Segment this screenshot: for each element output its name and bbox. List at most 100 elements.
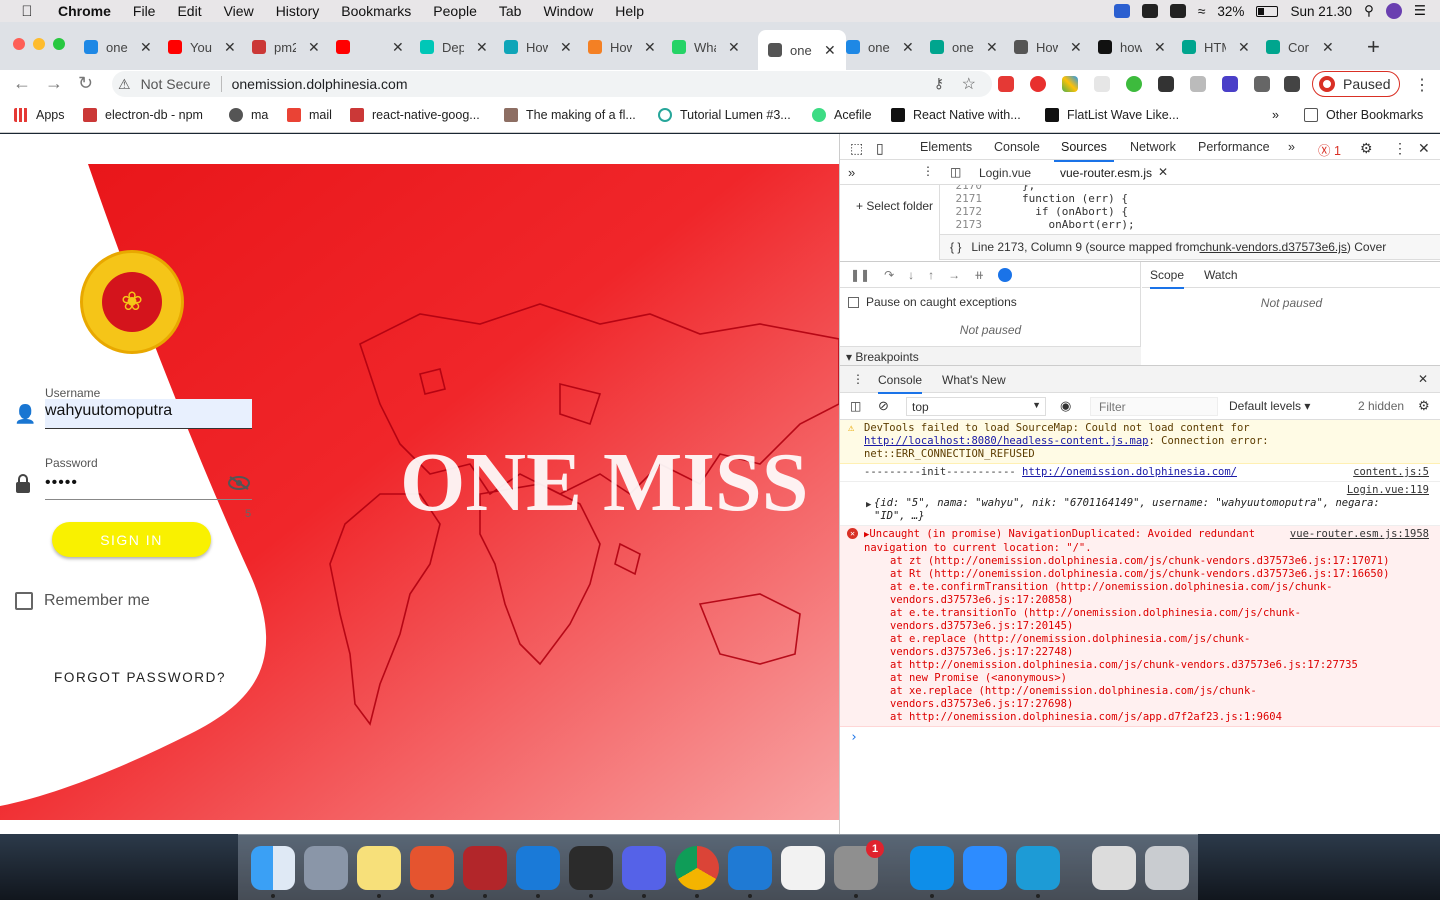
stack-frame[interactable]: at http://onemission.dolphinesia.com/js/… <box>864 711 1417 724</box>
bookmark-star-icon[interactable]: ☆ <box>962 74 976 94</box>
log-source-link[interactable]: Login.vue:119 <box>1347 484 1429 497</box>
apple-menu-icon[interactable]:  <box>16 3 38 20</box>
dock-app-finder[interactable] <box>251 846 295 890</box>
dock-app-notes[interactable] <box>357 846 401 890</box>
menu-file[interactable]: File <box>133 3 156 19</box>
forward-button[interactable]: → <box>45 73 63 94</box>
devtools-menu-icon[interactable]: ⋮ <box>1393 140 1407 157</box>
file-tab-vue-router[interactable]: vue-router.esm.js <box>1060 166 1152 180</box>
forgot-password-link[interactable]: FORGOT PASSWORD? <box>54 670 226 685</box>
source-map-link[interactable]: chunk-vendors.d37573e6.js <box>1199 240 1346 254</box>
pause-on-caught-row[interactable]: Pause on caught exceptions <box>840 288 1140 309</box>
error-source-link[interactable]: vue-router.esm.js:1958 <box>1290 528 1429 541</box>
browser-tab[interactable]: How ✕ <box>1014 36 1082 58</box>
tab-console[interactable]: Console <box>994 140 1040 154</box>
dock-app-teamviewer[interactable] <box>910 846 954 890</box>
checkbox-box[interactable] <box>15 592 33 610</box>
browser-tab[interactable]: pm2 ✕ <box>252 36 320 58</box>
dock-app-system-preferences[interactable]: 1 <box>834 840 884 890</box>
bookmark-acefile[interactable]: Acefile <box>812 108 872 122</box>
menu-edit[interactable]: Edit <box>177 3 201 19</box>
step-over-icon[interactable]: ↷ <box>884 268 894 282</box>
close-tab-icon[interactable]: ✕ <box>1070 39 1082 56</box>
address-bar[interactable]: ⚠ Not Secure onemission.dolphinesia.com … <box>112 71 992 97</box>
dock-app-vs-code[interactable] <box>728 846 772 890</box>
profile-paused-button[interactable]: Paused <box>1312 71 1400 97</box>
settings-gear-icon[interactable]: ⚙ <box>1360 140 1373 157</box>
menu-view[interactable]: View <box>224 3 254 19</box>
bookmark-react-native-with[interactable]: React Native with... <box>891 108 1021 122</box>
step-out-icon[interactable]: ↑ <box>928 268 934 282</box>
close-tab-icon[interactable]: ✕ <box>140 39 152 56</box>
line-number[interactable]: 2172 <box>940 205 983 218</box>
log-source-link[interactable]: content.js:5 <box>1353 466 1429 479</box>
close-tab-icon[interactable]: ✕ <box>824 42 836 59</box>
messages-status-icon[interactable] <box>1169 4 1186 18</box>
dock-app-remote-desktop[interactable] <box>410 846 454 890</box>
tab-scope[interactable]: Scope <box>1150 268 1185 289</box>
chrome-menu-icon[interactable]: ⋮ <box>1414 75 1430 95</box>
console-log-object[interactable]: Login.vue:119 ▶ {id: "5", nama: "wahyu",… <box>840 482 1440 526</box>
reload-button[interactable]: ↻ <box>78 73 93 94</box>
password-input[interactable]: ••••• <box>45 474 252 500</box>
console-settings-icon[interactable]: ⚙ <box>1418 398 1430 414</box>
browser-tab[interactable]: one ✕ <box>846 36 914 58</box>
stack-frame[interactable]: at new Promise (<anonymous>) <box>864 672 1417 685</box>
dock-app-vs-code-insiders[interactable] <box>1016 846 1060 890</box>
deactivate-breakpoints-icon[interactable]: ⧺ <box>974 268 984 282</box>
show-navigator-icon[interactable]: » <box>848 165 855 180</box>
wifi-icon[interactable]: ≈ <box>1198 3 1206 19</box>
toggle-visibility-icon[interactable] <box>228 476 250 490</box>
battery-percent[interactable]: 32% <box>1217 4 1244 19</box>
dock-app-music[interactable] <box>781 846 825 890</box>
code-line[interactable]: 2171 function (err) { <box>940 192 1440 205</box>
bookmark-tutorial-lumen[interactable]: Tutorial Lumen #3... <box>658 108 791 122</box>
line-number[interactable]: 2171 <box>940 192 983 205</box>
close-tab-icon[interactable]: ✕ <box>728 39 740 56</box>
pretty-print-icon[interactable]: { } <box>950 240 961 254</box>
extension-icon-5[interactable] <box>1158 76 1174 92</box>
spotlight-icon[interactable]: ⚲ <box>1364 3 1374 19</box>
console-prompt[interactable]: › <box>840 727 1440 748</box>
bookmark-electron-db[interactable]: electron-db - npm <box>83 108 203 122</box>
close-tab-icon[interactable]: ✕ <box>560 39 572 56</box>
menu-help[interactable]: Help <box>615 3 644 19</box>
close-tab-icon[interactable]: ✕ <box>308 39 320 56</box>
error-count-badge[interactable]: Ⓧ 1 <box>1318 140 1341 159</box>
key-icon[interactable]: ⚷ <box>934 75 944 92</box>
back-button[interactable]: ← <box>13 73 31 94</box>
breakpoints-section-header[interactable]: ▾ Breakpoints <box>840 346 1141 365</box>
menu-people[interactable]: People <box>433 3 477 19</box>
log-levels-dropdown[interactable]: Default levels ▾ <box>1229 399 1310 413</box>
toggle-navigator-icon[interactable]: ◫ <box>950 165 961 179</box>
stack-frame[interactable]: at zt (http://onemission.dolphinesia.com… <box>864 555 1417 568</box>
extension-icon-3[interactable] <box>1094 76 1110 92</box>
tab-watch[interactable]: Watch <box>1204 268 1238 282</box>
close-tab-icon[interactable]: ✕ <box>1154 39 1166 56</box>
url-text[interactable]: onemission.dolphinesia.com <box>232 76 408 92</box>
browser-tab[interactable]: How ✕ <box>504 36 572 58</box>
log-link[interactable]: http://onemission.dolphinesia.com/ <box>1022 466 1237 478</box>
clear-console-icon[interactable]: ⊘ <box>878 398 889 414</box>
user-avatar-icon[interactable] <box>1385 3 1402 19</box>
close-tab-icon[interactable]: ✕ <box>986 39 998 56</box>
dock-app-xcode[interactable] <box>516 846 560 890</box>
puzzle-extensions-icon[interactable] <box>1254 76 1270 92</box>
browser-tab[interactable]: one ✕ <box>930 36 998 58</box>
warning-icon[interactable]: ⚠ <box>118 76 131 93</box>
bookmarks-overflow-icon[interactable]: » <box>1272 108 1279 122</box>
bookmark-apps[interactable]: Apps <box>14 108 65 122</box>
tab-elements[interactable]: Elements <box>920 140 972 154</box>
browser-tab[interactable]: You ✕ <box>168 36 236 58</box>
live-expression-eye-icon[interactable]: ◉ <box>1060 398 1071 414</box>
bookmark-ma[interactable]: ma <box>229 108 268 122</box>
adblock-icon[interactable] <box>1030 76 1046 92</box>
file-tab-login-vue[interactable]: Login.vue <box>979 166 1031 180</box>
close-tab-icon[interactable]: ✕ <box>1238 39 1250 56</box>
menu-tab[interactable]: Tab <box>499 3 522 19</box>
tab-sources[interactable]: Sources <box>1054 140 1114 162</box>
line-number[interactable]: 2170 <box>940 185 983 192</box>
username-input[interactable]: wahyuutomoputra <box>45 399 252 429</box>
stack-frame[interactable]: at Rt (http://onemission.dolphinesia.com… <box>864 568 1417 581</box>
dock-app-screen[interactable] <box>1092 846 1136 890</box>
